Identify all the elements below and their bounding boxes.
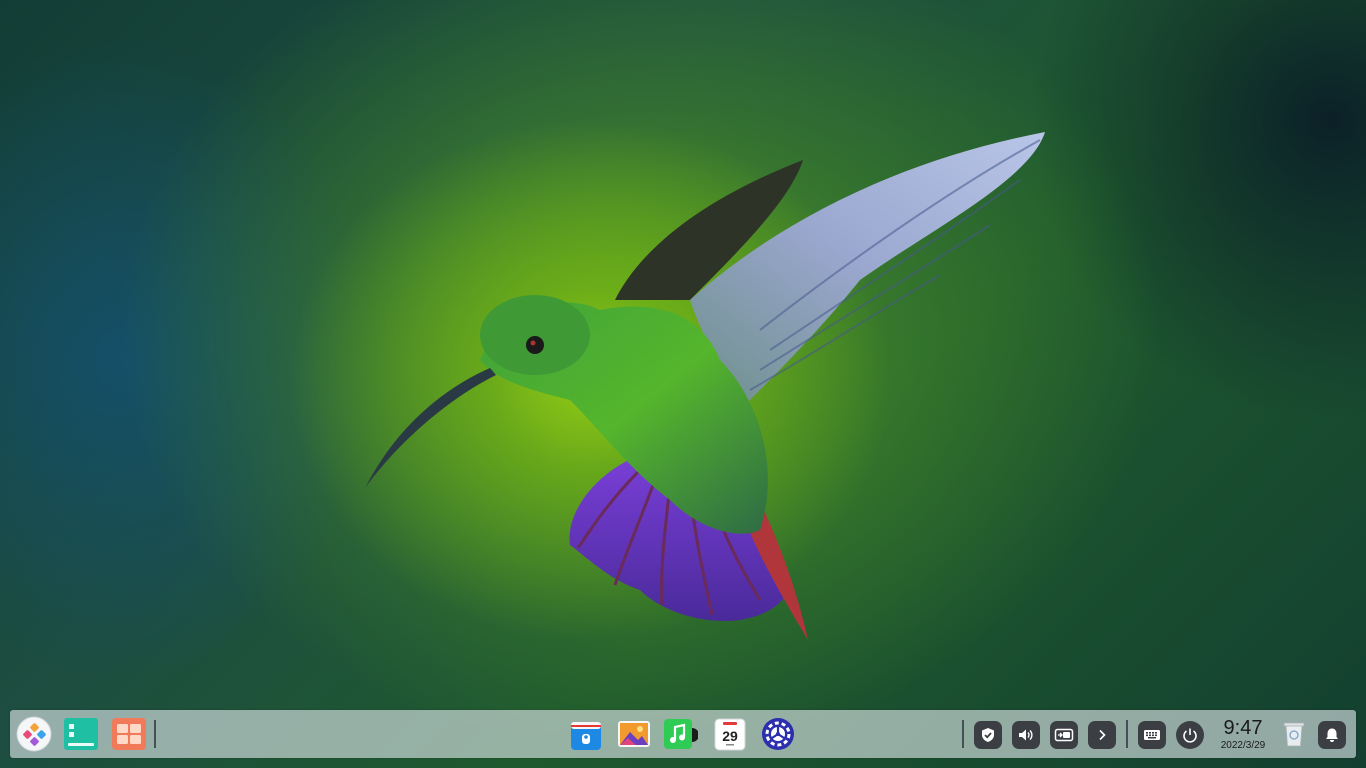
display-mode-icon (1054, 728, 1074, 742)
taskbar-separator (1126, 720, 1128, 748)
calendar-button[interactable]: 29 (712, 716, 748, 752)
trash-icon (1283, 722, 1305, 747)
calendar-day: 29 (722, 728, 738, 744)
volume-icon (1019, 729, 1033, 741)
taskbar-separator (962, 720, 964, 748)
control-center-icon (762, 718, 794, 750)
multitask-view-button[interactable] (63, 716, 99, 752)
clock[interactable]: 9:47 2022/3/29 (1212, 718, 1274, 752)
music-button[interactable] (662, 716, 698, 752)
app-store-icon (571, 722, 601, 750)
expand-tray-button[interactable] (1088, 721, 1116, 749)
keyboard-button[interactable] (1138, 721, 1166, 749)
power-button[interactable] (1176, 721, 1204, 749)
launcher-icon (16, 716, 52, 752)
display-mode-button[interactable] (1050, 721, 1078, 749)
keyboard-icon (1144, 730, 1160, 740)
trash-button[interactable] (1276, 716, 1312, 752)
taskbar: 29 9:47 2022/3/29 (10, 710, 1356, 758)
clock-date: 2022/3/29 (1220, 740, 1266, 751)
multitask-view-icon (64, 718, 98, 750)
app-store-button[interactable] (568, 716, 604, 752)
calendar-icon: 29 (714, 718, 746, 751)
desktop: 29 9:47 2022/3/29 (0, 0, 1366, 768)
taskbar-separator (154, 720, 156, 748)
clock-time: 9:47 (1223, 717, 1263, 739)
image-viewer-icon (618, 721, 650, 747)
image-viewer-button[interactable] (616, 716, 652, 752)
volume-button[interactable] (1012, 721, 1040, 749)
workspace-icon (112, 718, 146, 750)
launcher-button[interactable] (16, 716, 52, 752)
notifications-button[interactable] (1318, 721, 1346, 749)
power-icon (1183, 728, 1197, 743)
workspace-button[interactable] (111, 716, 147, 752)
control-center-button[interactable] (760, 716, 796, 752)
chevron-right-icon (1099, 729, 1106, 741)
bell-icon (1326, 728, 1338, 742)
hummingbird-wallpaper (365, 132, 1045, 640)
security-shield-icon (982, 728, 994, 742)
security-button[interactable] (974, 721, 1002, 749)
music-icon (664, 719, 698, 749)
